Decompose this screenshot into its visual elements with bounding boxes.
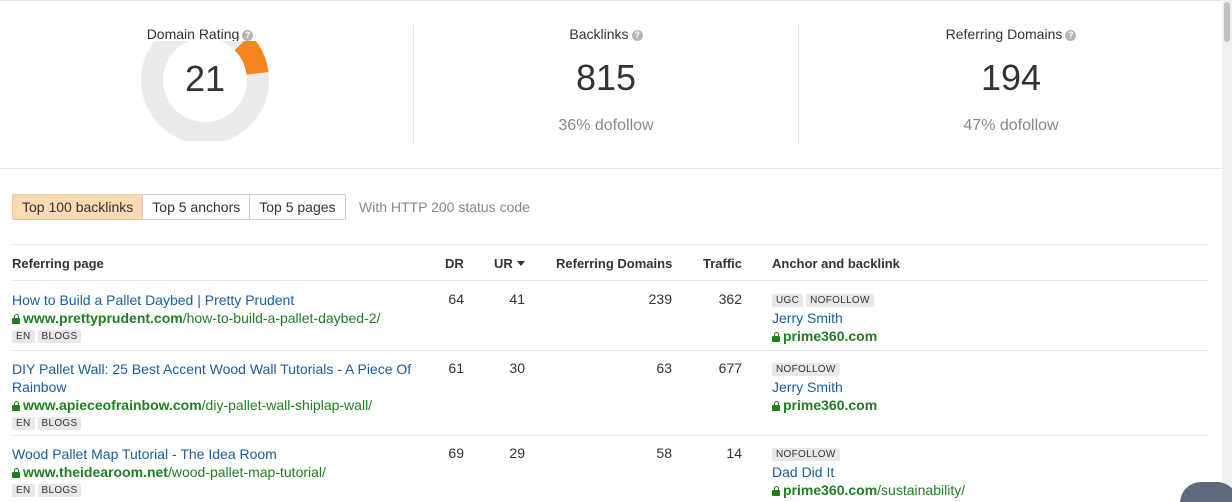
backlinks-dofollow: 36% dofollow [558,117,654,134]
domain-rating-value: 21 [184,58,226,99]
traffic-value[interactable]: 14 [692,445,742,461]
referring-page-cell: DIY Pallet Wall: 25 Best Accent Wood Wal… [12,360,420,430]
language-tag: EN [12,417,35,430]
referring-domains-value[interactable]: 239 [612,291,672,307]
anchor-cell: NOFOLLOW Jerry Smith prime360.com [772,361,877,414]
dr-value: 64 [448,291,464,307]
domain-rating-gauge: 21 [136,16,274,144]
tab-top-5-anchors[interactable]: Top 5 anchors [142,194,251,220]
sort-desc-icon [516,261,525,266]
ur-value: 29 [509,445,525,461]
header-anchor-and-backlink[interactable]: Anchor and backlink [772,256,900,271]
table-header: Referring page DR UR Referring Domains T… [12,244,1209,281]
help-icon[interactable]: ? [631,30,643,41]
header-ur[interactable]: UR [494,256,525,271]
table-row: DIY Pallet Wall: 25 Best Accent Wood Wal… [12,351,1209,436]
domain-rating-stat: Domain Rating? 21 [0,1,413,169]
page-tags: EN BLOGS [12,482,420,497]
header-referring-domains[interactable]: Referring Domains [556,256,672,271]
header-dr[interactable]: DR [445,256,464,271]
backlink-target-url[interactable]: prime360.com/sustainability/ [772,481,965,499]
header-traffic[interactable]: Traffic [703,256,742,271]
ur-value: 30 [509,360,525,376]
help-icon[interactable]: ? [242,30,254,41]
referring-page-url[interactable]: www.apieceofrainbow.com/diy-pallet-wall-… [12,396,420,414]
referring-domains-value[interactable]: 58 [612,445,672,461]
nofollow-tag: NOFOLLOW [806,294,874,307]
header-referring-page[interactable]: Referring page [12,256,104,271]
tab-top-5-pages[interactable]: Top 5 pages [249,194,346,220]
page-tags: EN BLOGS [12,328,420,343]
referring-page-title-link[interactable]: DIY Pallet Wall: 25 Best Accent Wood Wal… [12,360,420,396]
link-tags: UGC NOFOLLOW [772,292,877,307]
referring-page-url[interactable]: www.theidearoom.net/wood-pallet-map-tuto… [12,463,420,481]
anchor-cell: UGC NOFOLLOW Jerry Smith prime360.com [772,292,877,345]
anchor-cell: NOFOLLOW Dad Did It prime360.com/sustain… [772,446,965,499]
backlink-target-url[interactable]: prime360.com [772,396,877,414]
chat-widget-icon[interactable] [1180,482,1232,502]
link-tags: NOFOLLOW [772,361,877,376]
language-tag: EN [12,484,35,497]
referring-domains-stat: Referring Domains? 194 47% dofollow [799,1,1223,169]
traffic-value[interactable]: 362 [692,291,742,307]
lock-icon [12,401,20,411]
backlinks-stat: Backlinks? 815 36% dofollow [414,1,798,169]
language-tag: EN [12,330,35,343]
stats-panel: Domain Rating? 21 Backlinks? 815 36% dof… [0,1,1222,169]
nofollow-tag: NOFOLLOW [772,448,840,461]
backlinks-tabs: Top 100 backlinks Top 5 anchors Top 5 pa… [12,194,346,220]
referring-page-cell: How to Build a Pallet Daybed | Pretty Pr… [12,291,420,343]
status-note: With HTTP 200 status code [359,199,530,215]
referring-page-title-link[interactable]: How to Build a Pallet Daybed | Pretty Pr… [12,291,420,309]
ugc-tag: UGC [772,294,804,307]
category-tag: BLOGS [37,330,82,343]
ur-value: 41 [509,291,525,307]
lock-icon [772,401,780,411]
lock-icon [12,468,20,478]
backlinks-title: Backlinks [569,26,629,42]
referring-domains-value[interactable]: 63 [612,360,672,376]
referring-domains-value[interactable]: 194 [799,57,1223,99]
page-tags: EN BLOGS [12,415,420,430]
anchor-text: Dad Did It [772,464,835,480]
referring-domains-title: Referring Domains [945,26,1063,42]
table-row: Wood Pallet Map Tutorial - The Idea Room… [12,436,1209,502]
backlink-target-url[interactable]: prime360.com [772,327,877,345]
help-icon[interactable]: ? [1065,30,1077,41]
scrollbar-thumb[interactable] [1224,2,1230,42]
anchor-text: Jerry Smith [772,310,843,326]
category-tag: BLOGS [37,484,82,497]
backlinks-value[interactable]: 815 [414,57,798,99]
referring-page-cell: Wood Pallet Map Tutorial - The Idea Room… [12,445,420,497]
category-tag: BLOGS [37,417,82,430]
lock-icon [12,314,20,324]
dr-value: 61 [448,360,464,376]
tab-top-100-backlinks[interactable]: Top 100 backlinks [12,194,144,220]
backlinks-table: Referring page DR UR Referring Domains T… [12,244,1209,502]
referring-domains-dofollow: 47% dofollow [963,117,1059,134]
lock-icon [772,332,780,342]
vertical-scrollbar[interactable] [1222,0,1232,502]
referring-page-url[interactable]: www.prettyprudent.com/how-to-build-a-pal… [12,309,420,327]
dr-value: 69 [448,445,464,461]
nofollow-tag: NOFOLLOW [772,363,840,376]
table-row: How to Build a Pallet Daybed | Pretty Pr… [12,281,1209,351]
anchor-text: Jerry Smith [772,379,843,395]
domain-rating-title: Domain Rating [146,26,240,42]
link-tags: NOFOLLOW [772,446,965,461]
referring-page-title-link[interactable]: Wood Pallet Map Tutorial - The Idea Room [12,445,420,463]
traffic-value[interactable]: 677 [692,360,742,376]
lock-icon [772,486,780,496]
